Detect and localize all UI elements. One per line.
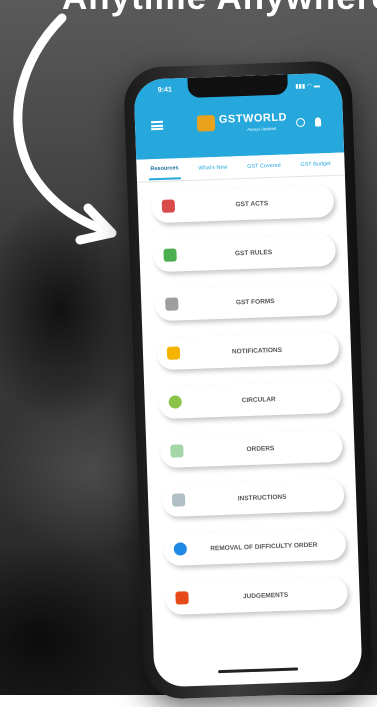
- list-item[interactable]: INSTRUCTIONS: [161, 478, 345, 518]
- resource-list: GST ACTS GST RULES GST FORMS NOTIFICATIONS C…: [137, 184, 360, 632]
- tab-resources[interactable]: Resources: [148, 159, 181, 181]
- status-icons: ▮▮▮ ◠ ▬: [295, 83, 320, 91]
- tab-gst-covered[interactable]: GST Covered: [245, 157, 283, 176]
- list-item[interactable]: REMOVAL OF DIFFICULTY ORDER: [163, 527, 347, 567]
- hamburger-menu-icon[interactable]: [150, 120, 164, 131]
- list-item[interactable]: GST RULES: [153, 233, 337, 273]
- list-item-label: GST ACTS: [235, 199, 269, 208]
- list-item[interactable]: GST FORMS: [154, 282, 338, 322]
- list-item-label: REMOVAL OF DIFFICULTY ORDER: [210, 541, 318, 552]
- list-item[interactable]: GST ACTS: [151, 184, 335, 224]
- logo-tagline: Always Updated: [247, 125, 277, 132]
- tab-what-s-new[interactable]: What's New: [196, 159, 230, 178]
- list-item-label: GST RULES: [234, 248, 273, 257]
- list-item-label: ORDERS: [246, 444, 275, 453]
- list-item-label: JUDGEMENTS: [242, 591, 289, 600]
- list-item[interactable]: NOTIFICATIONS: [156, 331, 340, 371]
- status-time: 9:41: [157, 86, 172, 94]
- list-item[interactable]: JUDGEMENTS: [165, 576, 349, 615]
- home-indicator: [218, 667, 299, 674]
- phone-screen: 9:41 ▮▮▮ ◠ ▬ GSTWORLD Always Updated Res…: [133, 72, 363, 688]
- phone-mockup: 9:41 ▮▮▮ ◠ ▬ GSTWORLD Always Updated Res…: [123, 60, 373, 700]
- list-item[interactable]: ORDERS: [159, 429, 343, 469]
- app-logo: GSTWORLD Always Updated: [196, 110, 288, 135]
- logo-text: GSTWORLD: [218, 111, 288, 126]
- list-item-label: NOTIFICATIONS: [231, 346, 283, 356]
- list-item-label: CIRCULAR: [241, 395, 276, 404]
- search-icon[interactable]: [295, 117, 306, 128]
- tab-gst-budget[interactable]: GST Budget: [298, 155, 333, 174]
- phone-notch: [187, 74, 289, 98]
- logo-mark-icon: [196, 114, 216, 132]
- list-item[interactable]: CIRCULAR: [158, 380, 342, 420]
- list-item-label: GST FORMS: [235, 297, 275, 306]
- user-icon[interactable]: [314, 117, 322, 127]
- list-item-label: INSTRUCTIONS: [237, 493, 287, 502]
